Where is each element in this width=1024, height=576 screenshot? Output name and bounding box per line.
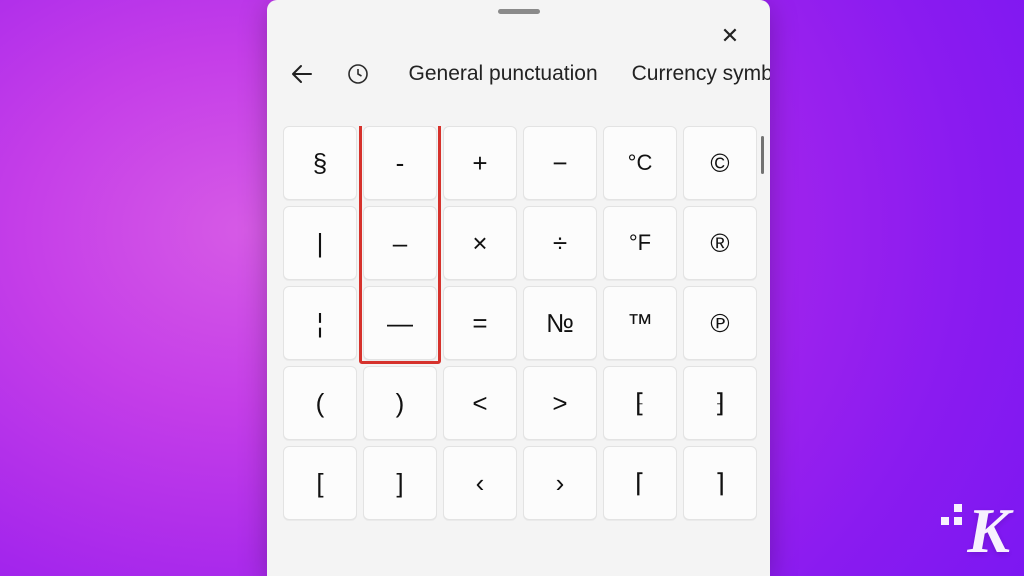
symbol-key[interactable]: = [443,286,517,360]
symbol-key[interactable]: [ [283,446,357,520]
symbol-picker-panel: ✕ General punctuation [267,0,770,576]
symbol-key[interactable]: ‹ [443,446,517,520]
tab-label: Currency symbols [632,62,770,85]
close-button[interactable]: ✕ [716,22,744,50]
symbol-key[interactable]: ( [283,366,357,440]
desktop-background: ✕ General punctuation [0,0,1024,576]
symbol-key[interactable]: ) [363,366,437,440]
symbol-key[interactable]: | [283,206,357,280]
symbol-key[interactable]: © [683,126,757,200]
symbol-key[interactable]: < [443,366,517,440]
tab-currency-symbols[interactable]: Currency symbols [630,58,770,90]
symbol-grid: §-+−°C© |–×÷°F® ¦—=№™℗ ()<>⁅⁆ []‹›⌈⌉ [283,126,754,520]
symbol-key[interactable]: ® [683,206,757,280]
watermark-letter: K [967,495,1008,566]
symbol-key[interactable]: ⁆ [683,366,757,440]
symbol-key[interactable]: ÷ [523,206,597,280]
category-tabs: General punctuation Currency symbols [407,58,771,90]
symbol-key[interactable]: ™ [603,286,677,360]
history-button[interactable] [337,54,379,94]
symbol-grid-container: §-+−°C© |–×÷°F® ¦—=№™℗ ()<>⁅⁆ []‹›⌈⌉ [267,126,770,576]
scrollbar-thumb[interactable] [761,136,764,174]
symbol-key[interactable]: × [443,206,517,280]
tab-general-punctuation[interactable]: General punctuation [407,58,600,90]
symbol-key[interactable]: – [363,206,437,280]
symbol-key[interactable]: — [363,286,437,360]
back-button[interactable] [281,54,323,94]
symbol-key[interactable]: °F [603,206,677,280]
titlebar: ✕ [267,0,770,48]
tab-label: General punctuation [409,62,598,85]
symbol-key[interactable]: °C [603,126,677,200]
symbol-key[interactable]: > [523,366,597,440]
close-icon: ✕ [721,23,739,49]
symbol-key[interactable]: − [523,126,597,200]
symbol-key[interactable]: ⌈ [603,446,677,520]
symbol-key[interactable]: § [283,126,357,200]
symbol-key[interactable]: › [523,446,597,520]
symbol-key[interactable]: ℗ [683,286,757,360]
symbol-key[interactable]: ¦ [283,286,357,360]
symbol-key[interactable]: - [363,126,437,200]
watermark-logo: K [967,494,1008,568]
symbol-key[interactable]: № [523,286,597,360]
symbol-key[interactable]: + [443,126,517,200]
nav-bar: General punctuation Currency symbols [267,48,770,100]
drag-grip[interactable] [498,9,540,14]
symbol-key[interactable]: ⁅ [603,366,677,440]
symbol-key[interactable]: ] [363,446,437,520]
back-arrow-icon [290,62,314,86]
clock-icon [346,62,370,86]
symbol-key[interactable]: ⌉ [683,446,757,520]
watermark-dots-icon [941,504,962,525]
